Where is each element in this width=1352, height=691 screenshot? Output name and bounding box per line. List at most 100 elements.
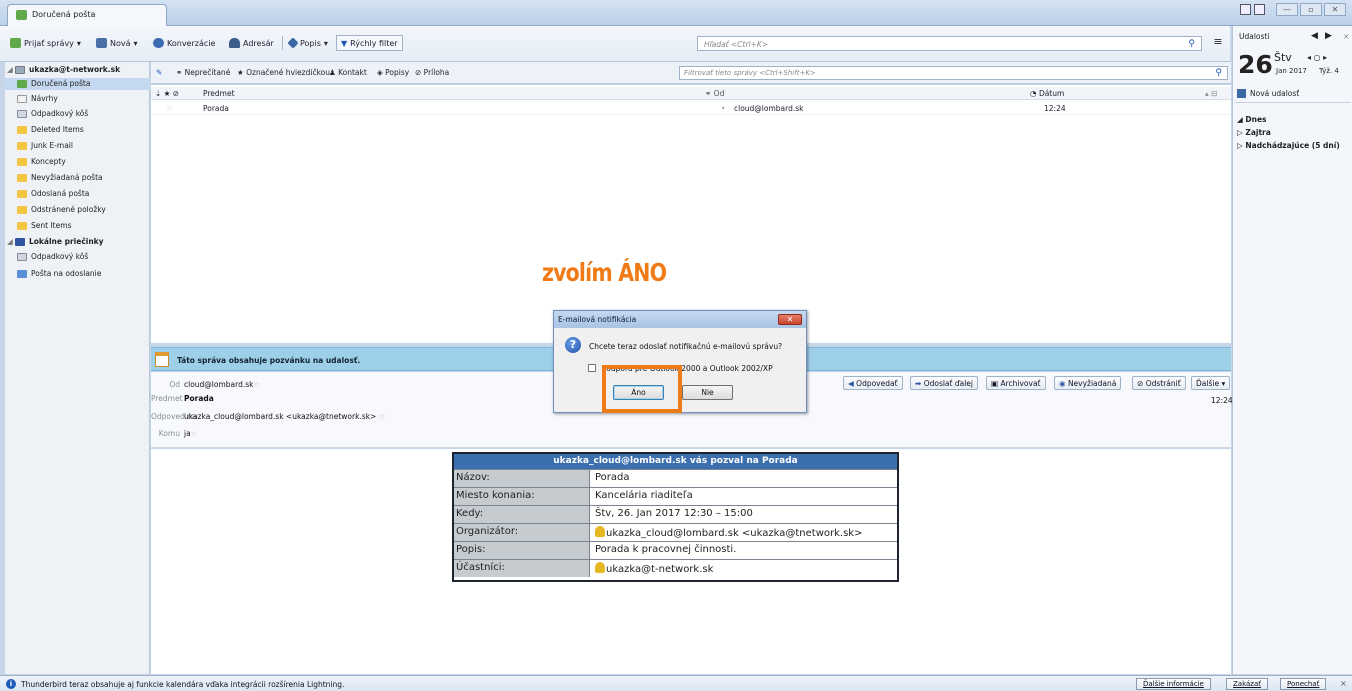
- outlook-checkbox[interactable]: [588, 364, 596, 372]
- tasks-icon[interactable]: [1240, 4, 1251, 15]
- invite-row: Účastníci: ukazka@t-network.sk: [454, 559, 897, 577]
- invite-attendee[interactable]: ukazka@t-network.sk: [591, 560, 897, 577]
- more-button[interactable]: Ďalšie ▾: [1191, 376, 1231, 390]
- computer-icon: [15, 238, 25, 246]
- local-folders-label: Lokálne priečinky: [29, 237, 104, 246]
- prev-day-icon[interactable]: ◀: [1311, 31, 1318, 41]
- more-info-button[interactable]: Ďalšie informácie: [1136, 678, 1211, 690]
- column-from[interactable]: ⚭ Od: [705, 89, 724, 98]
- reply-icon: ◀: [848, 379, 854, 388]
- search-placeholder: Hľadať <Ctrl+K>: [704, 40, 769, 49]
- star-icon[interactable]: ☆: [191, 429, 198, 438]
- today-group[interactable]: ◢ Dnes: [1237, 115, 1267, 124]
- filter-unread[interactable]: ⚭ Neprečítané: [176, 68, 230, 77]
- folder-label: Koncepty: [31, 157, 66, 166]
- folder-odstranene[interactable]: Odstránené položky: [5, 204, 150, 216]
- star-icon[interactable]: ☆: [379, 412, 386, 421]
- status-bar: i Thunderbird teraz obsahuje aj funkcie …: [0, 675, 1352, 691]
- conversations-button[interactable]: Konverzácie: [153, 35, 215, 51]
- invite-organizer[interactable]: ukazka_cloud@lombard.sk <ukazka@tnetwork…: [591, 524, 897, 541]
- new-button[interactable]: Nová ▾: [96, 35, 138, 51]
- folder-nevyziadana[interactable]: Nevyžiadaná pošta: [5, 172, 150, 184]
- read-dot-icon[interactable]: •: [721, 104, 725, 113]
- junk-button[interactable]: ◉ Nevyžiadaná: [1054, 376, 1122, 390]
- quick-filter-button[interactable]: ▼ Rýchly filter: [336, 35, 403, 51]
- message-list: [151, 85, 1231, 343]
- chevron-down-icon[interactable]: ▾: [324, 39, 328, 48]
- folder-koncepty[interactable]: Koncepty: [5, 156, 150, 168]
- filter-attachment[interactable]: ⊘ Príloha: [415, 68, 449, 77]
- close-window-button[interactable]: ✕: [1324, 3, 1346, 16]
- close-icon[interactable]: ✕: [778, 314, 802, 325]
- forward-button[interactable]: ➡ Odoslať ďalej: [910, 376, 978, 390]
- folder-label: Odoslaná pošta: [31, 189, 90, 198]
- folder-trash[interactable]: Odpadkový kôš: [5, 108, 150, 120]
- close-pane-icon[interactable]: ×: [1343, 32, 1350, 41]
- folder-icon: [17, 206, 27, 214]
- to-value[interactable]: ja☆: [184, 429, 197, 438]
- disable-button[interactable]: Zakázať: [1226, 678, 1269, 690]
- chevron-down-icon[interactable]: ▾: [77, 39, 81, 48]
- folder-inbox[interactable]: Doručená pošta: [5, 78, 150, 90]
- tomorrow-group[interactable]: ▷ Zajtra: [1237, 128, 1271, 137]
- info-icon: i: [6, 679, 16, 689]
- person-icon: [595, 526, 605, 537]
- from-value[interactable]: cloud@lombard.sk☆: [184, 380, 260, 389]
- next-day-icon[interactable]: ▶: [1325, 31, 1332, 41]
- reply-button[interactable]: ◀ Odpovedať: [843, 376, 903, 390]
- local-outbox[interactable]: Pošta na odoslanie: [5, 268, 150, 280]
- delete-button[interactable]: ⊘ Odstrániť: [1132, 376, 1186, 390]
- filter-contact[interactable]: ♟ Kontakt: [329, 68, 367, 77]
- local-folders-item[interactable]: ◢ Lokálne priečinky: [5, 236, 150, 248]
- folder-sent-items[interactable]: Sent Items: [5, 220, 150, 232]
- day-nav-icon[interactable]: ◂ ○ ▸: [1307, 53, 1327, 62]
- tags-button[interactable]: Popis ▾: [287, 35, 328, 51]
- upcoming-group[interactable]: ▷ Nadchádzajúce (5 dní): [1237, 141, 1340, 150]
- local-trash[interactable]: Odpadkový kôš: [5, 251, 150, 263]
- archive-button[interactable]: ▣ Archivovať: [986, 376, 1046, 390]
- star-icon[interactable]: ☆: [166, 104, 173, 113]
- search-icon[interactable]: ⚲: [1188, 39, 1195, 49]
- delete-label: Odstrániť: [1145, 379, 1181, 388]
- invite-key: Kedy:: [454, 506, 590, 523]
- folder-odoslana[interactable]: Odoslaná pošta: [5, 188, 150, 200]
- folder-drafts[interactable]: Návrhy: [5, 93, 150, 105]
- folder-deleted-items[interactable]: Deleted Items: [5, 124, 150, 136]
- invite-row: Organizátor: ukazka_cloud@lombard.sk <uka…: [454, 523, 897, 541]
- more-label: Ďalšie: [1196, 379, 1220, 388]
- search-input[interactable]: Hľadať <Ctrl+K> ⚲: [697, 36, 1202, 51]
- keep-button[interactable]: Ponechať: [1280, 678, 1327, 690]
- pin-icon[interactable]: ✎: [156, 68, 162, 77]
- replyto-value[interactable]: ukazka_cloud@lombard.sk <ukazka@tnetwork…: [184, 412, 385, 421]
- get-mail-button[interactable]: Prijať správy ▾: [10, 35, 81, 51]
- folder-junk-email[interactable]: Junk E-mail: [5, 140, 150, 152]
- calendar-tab-icon[interactable]: [1254, 4, 1265, 15]
- filter-starred[interactable]: ★ Označené hviezdičkou: [237, 68, 330, 77]
- app-menu-icon[interactable]: ≡: [1210, 36, 1226, 50]
- column-subject[interactable]: Predmet: [203, 89, 235, 98]
- filter-messages-input[interactable]: Filtrovať tieto správy <Ctrl+Shift+K> ⚲: [679, 66, 1228, 80]
- address-book-button[interactable]: Adresár: [229, 35, 274, 51]
- forward-label: Odoslať ďalej: [923, 379, 973, 388]
- folder-icon: [17, 126, 27, 134]
- star-icon[interactable]: ☆: [254, 380, 261, 389]
- close-icon[interactable]: ×: [1340, 679, 1347, 688]
- account-label: ukazka@t-network.sk: [29, 65, 121, 74]
- search-icon[interactable]: ⚲: [1215, 68, 1222, 78]
- column-picker-icon[interactable]: ▴ ⊟: [1205, 89, 1217, 98]
- filter-contact-label: Kontakt: [338, 68, 367, 77]
- filter-tags[interactable]: ◈ Popisy: [377, 68, 409, 77]
- chevron-down-icon[interactable]: ▾: [134, 39, 138, 48]
- thread-column-icon[interactable]: ⇣ ★ ⊘: [155, 89, 179, 98]
- tab-inbox[interactable]: Doručená pošta: [7, 4, 167, 26]
- new-event-button[interactable]: Nová udalosť: [1235, 89, 1351, 103]
- column-date[interactable]: ◔ Dátum: [1030, 89, 1064, 98]
- no-button[interactable]: Nie: [682, 385, 733, 400]
- filter-placeholder: Filtrovať tieto správy <Ctrl+Shift+K>: [684, 69, 816, 77]
- forward-icon: ➡: [915, 379, 922, 388]
- account-item[interactable]: ◢ ukazka@t-network.sk: [5, 64, 150, 76]
- maximize-button[interactable]: ▫: [1300, 3, 1322, 16]
- minimize-button[interactable]: —: [1276, 3, 1298, 16]
- table-row[interactable]: ☆ Porada • cloud@lombard.sk 12:24: [151, 101, 1231, 115]
- address-book-label: Adresár: [243, 38, 274, 48]
